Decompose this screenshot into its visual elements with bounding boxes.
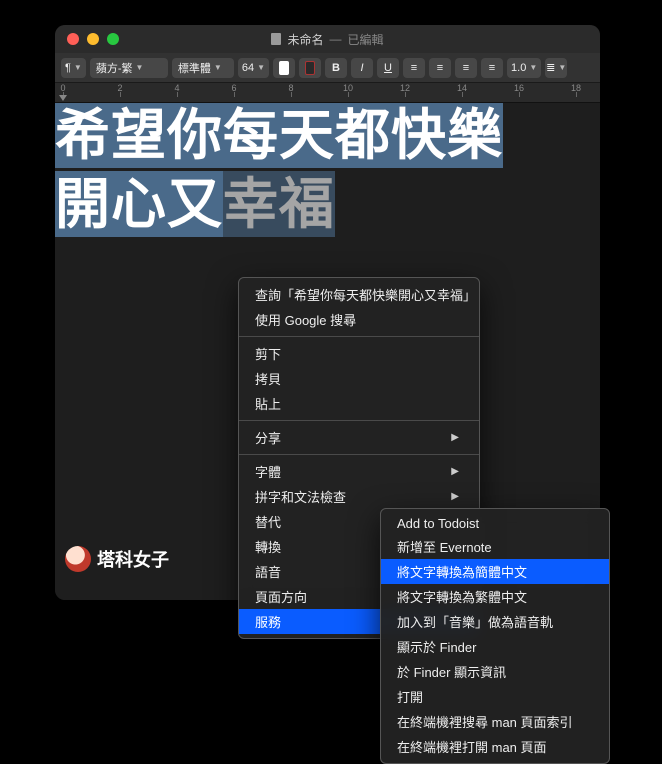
service-finder-info[interactable]: 於 Finder 顯示資訊	[381, 659, 609, 684]
ruler-tick-label: 18	[571, 83, 581, 93]
chevron-down-icon: ▼	[136, 63, 144, 72]
menu-lookup[interactable]: 查詢「希望你每天都快樂開心又幸福」	[239, 282, 479, 307]
ruler-indent-marker[interactable]	[59, 95, 67, 101]
close-icon[interactable]	[67, 33, 79, 45]
color-swatch-icon	[279, 61, 289, 75]
service-show-in-finder[interactable]: 顯示於 Finder	[381, 634, 609, 659]
text-line-1: 希望你每天都快樂	[55, 103, 503, 168]
text-color-button[interactable]	[273, 58, 295, 78]
font-style-select[interactable]: 標準體▼	[172, 58, 234, 78]
traffic-lights	[55, 33, 119, 45]
chevron-down-icon: ▼	[74, 63, 82, 72]
submenu-arrow-icon: ▶	[451, 466, 459, 477]
menu-separator	[239, 420, 479, 421]
menu-separator	[239, 454, 479, 455]
service-add-todoist[interactable]: Add to Todoist	[381, 513, 609, 534]
logo-text: 塔科女子	[97, 546, 169, 572]
menu-font[interactable]: 字體▶	[239, 459, 479, 484]
menu-cut[interactable]: 剪下	[239, 341, 479, 366]
chevron-down-icon: ▼	[558, 63, 566, 72]
ruler-tick-label: 8	[288, 83, 293, 93]
menu-separator	[239, 336, 479, 337]
bold-button[interactable]: B	[325, 58, 347, 78]
submenu-arrow-icon: ▶	[451, 432, 459, 443]
menu-google-search[interactable]: 使用 Google 搜尋	[239, 307, 479, 332]
ruler-tick-label: 16	[514, 83, 524, 93]
menu-copy[interactable]: 拷貝	[239, 366, 479, 391]
dash: —	[330, 32, 342, 46]
titlebar: 未命名 — 已編輯	[55, 25, 600, 53]
edited-label: 已編輯	[348, 31, 384, 48]
logo-icon	[65, 546, 91, 572]
color-swatch-icon	[305, 61, 315, 75]
chevron-down-icon: ▼	[529, 63, 537, 72]
menu-spelling[interactable]: 拼字和文法檢查▶	[239, 484, 479, 509]
ruler-tick-label: 6	[231, 83, 236, 93]
menu-paste[interactable]: 貼上	[239, 391, 479, 416]
align-center-button[interactable]: ≡	[429, 58, 451, 78]
window-title: 未命名 — 已編輯	[55, 31, 600, 48]
ruler-tick-label: 4	[174, 83, 179, 93]
services-submenu: Add to Todoist 新增至 Evernote 將文字轉換為簡體中文 將…	[380, 508, 610, 764]
zoom-icon[interactable]	[107, 33, 119, 45]
service-add-evernote[interactable]: 新增至 Evernote	[381, 534, 609, 559]
doc-name: 未命名	[287, 31, 323, 48]
minimize-icon[interactable]	[87, 33, 99, 45]
service-open[interactable]: 打開	[381, 684, 609, 709]
chevron-down-icon: ▼	[214, 63, 222, 72]
menu-share[interactable]: 分享▶	[239, 425, 479, 450]
highlight-color-button[interactable]	[299, 58, 321, 78]
ruler-tick-label: 14	[457, 83, 467, 93]
document-icon	[271, 33, 281, 45]
text-line-2b: 幸福	[223, 171, 335, 237]
align-left-button[interactable]: ≡	[403, 58, 425, 78]
italic-button[interactable]: I	[351, 58, 373, 78]
text-line-2a: 開心又	[55, 171, 223, 237]
ruler-tick-label: 12	[400, 83, 410, 93]
service-to-simplified-chinese[interactable]: 將文字轉換為簡體中文	[381, 559, 609, 584]
selected-text[interactable]: 希望你每天都快樂 開心又幸福	[55, 103, 503, 234]
align-right-button[interactable]: ≡	[455, 58, 477, 78]
service-add-to-music[interactable]: 加入到「音樂」做為語音軌	[381, 609, 609, 634]
list-button[interactable]: ≣▼	[545, 58, 567, 78]
font-size-select[interactable]: 64▼	[238, 58, 269, 78]
watermark-logo: 塔科女子	[65, 546, 169, 572]
line-spacing-select[interactable]: 1.0▼	[507, 58, 541, 78]
ruler[interactable]: 0 2 4 6 8 10 12 14 16 18	[55, 83, 600, 103]
ruler-tick-label: 0	[60, 83, 65, 93]
chevron-down-icon: ▼	[257, 63, 265, 72]
service-man-search[interactable]: 在終端機裡搜尋 man 頁面索引	[381, 709, 609, 734]
align-justify-button[interactable]: ≡	[481, 58, 503, 78]
ruler-tick-label: 10	[343, 83, 353, 93]
format-toolbar: ¶▼ 蘋方-繁▼ 標準體▼ 64▼ B I U ≡ ≡ ≡ ≡ 1.0▼ ≣▼	[55, 53, 600, 83]
service-to-traditional-chinese[interactable]: 將文字轉換為繁體中文	[381, 584, 609, 609]
ruler-tick-label: 2	[117, 83, 122, 93]
underline-button[interactable]: U	[377, 58, 399, 78]
font-family-select[interactable]: 蘋方-繁▼	[90, 58, 168, 78]
submenu-arrow-icon: ▶	[451, 491, 459, 502]
paragraph-style-button[interactable]: ¶▼	[61, 58, 86, 78]
